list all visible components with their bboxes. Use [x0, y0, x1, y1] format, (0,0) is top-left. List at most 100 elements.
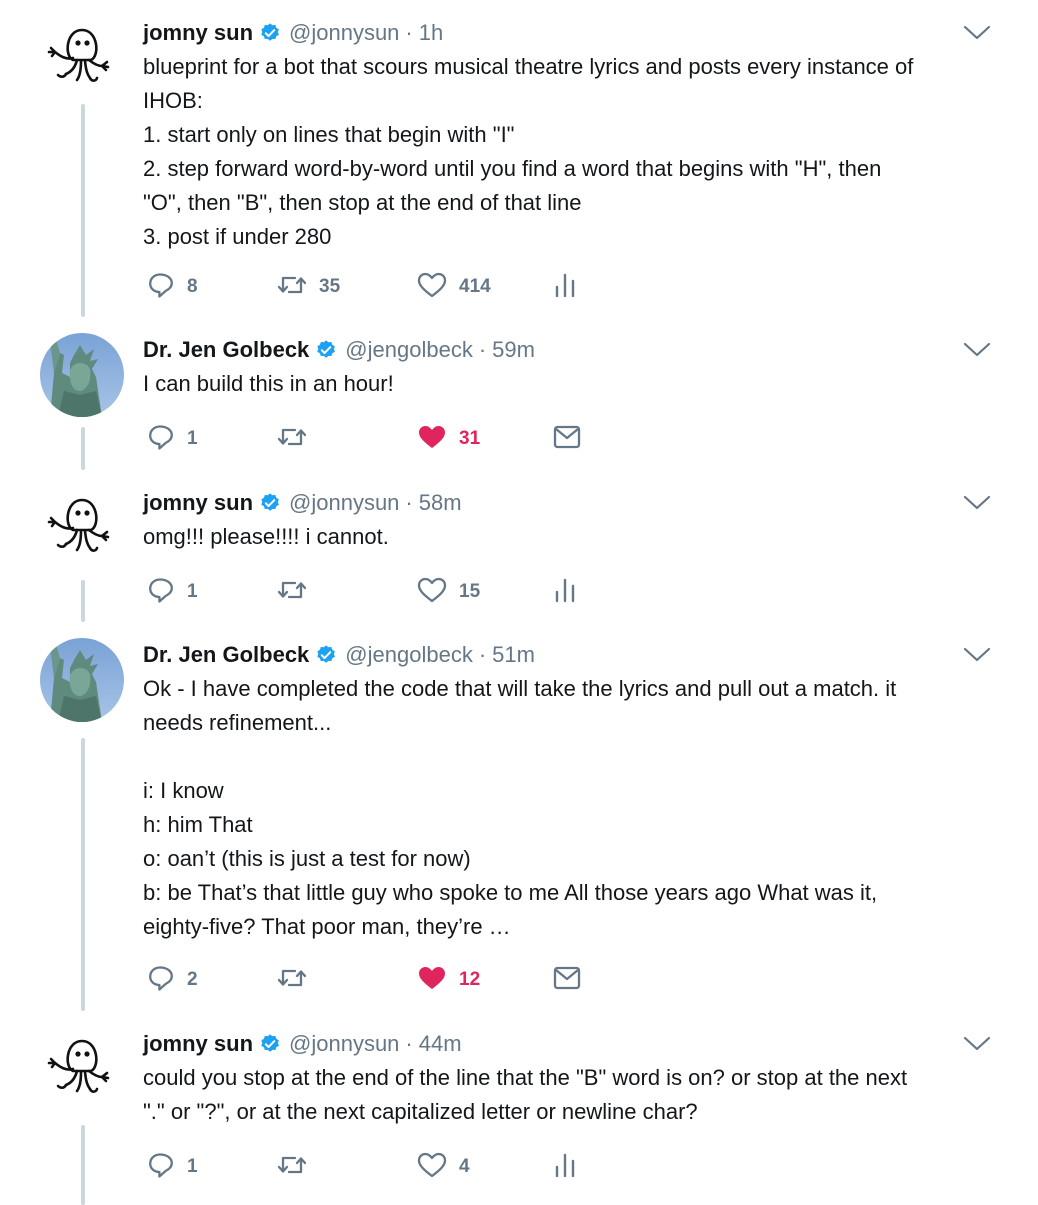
tweet-text-line: o: oan’t (this is just a test for now) — [143, 846, 471, 871]
author-name[interactable]: jomny sun — [143, 490, 253, 516]
tweet-header: jomny sun @jonnysun · 1h — [143, 16, 443, 50]
like-icon — [417, 1151, 447, 1184]
reply-count: 1 — [187, 1156, 198, 1177]
author-handle[interactable]: @jonnysun — [289, 1031, 399, 1057]
reply-button[interactable]: 1 — [147, 1150, 198, 1184]
alien-doodle-avatar[interactable] — [40, 486, 124, 570]
chevron-down-icon[interactable] — [962, 644, 992, 666]
retweet-count: 35 — [319, 276, 341, 297]
tweet-text-line: omg!!! please!!!! i cannot. — [143, 524, 389, 549]
tweet-actions: 8 35 414 — [143, 270, 663, 304]
author-name[interactable]: Dr. Jen Golbeck — [143, 642, 309, 668]
reply-button[interactable]: 1 — [147, 422, 198, 456]
chevron-down-icon[interactable] — [962, 1033, 992, 1055]
reply-count: 1 — [187, 428, 198, 449]
separator-dot: · — [478, 642, 487, 667]
tweet-timestamp[interactable]: 44m — [419, 1031, 462, 1057]
tweet-text: I can build this in an hour! — [143, 367, 1003, 401]
chevron-down-icon[interactable] — [962, 492, 992, 514]
author-name[interactable]: jomny sun — [143, 20, 253, 46]
tweet-timestamp[interactable]: 59m — [492, 337, 535, 363]
retweet-button[interactable] — [277, 1150, 319, 1184]
like-button[interactable]: 4 — [417, 1150, 470, 1184]
analytics-icon — [553, 576, 577, 609]
tweet-actions: 2 12 — [143, 963, 663, 997]
tweet-text-line: eighty-five? That poor man, they’re … — [143, 914, 511, 939]
thread-connector-line — [81, 738, 85, 1011]
tweet-text-line: could you stop at the end of the line th… — [143, 1065, 908, 1090]
direct-message-icon — [553, 424, 581, 455]
like-count: 15 — [459, 581, 481, 602]
author-handle[interactable]: @jonnysun — [289, 20, 399, 46]
direct-message-button[interactable] — [553, 963, 581, 997]
verified-badge-icon — [315, 644, 337, 666]
verified-badge-icon — [259, 492, 281, 514]
tweet-text-line: blueprint for a bot that scours musical … — [143, 54, 914, 79]
tweet-text-line: "." or "?", or at the next capitalized l… — [143, 1099, 698, 1124]
retweet-button[interactable]: 35 — [277, 270, 340, 304]
tweet-header: jomny sun @jonnysun · 58m — [143, 486, 462, 520]
thread-connector-line — [81, 104, 85, 317]
tweet-text: omg!!! please!!!! i cannot. — [143, 520, 1003, 554]
alien-doodle-avatar[interactable] — [40, 16, 124, 100]
like-button[interactable]: 12 — [417, 963, 480, 997]
reply-button[interactable]: 2 — [147, 963, 198, 997]
reply-icon — [147, 423, 175, 456]
author-handle[interactable]: @jengolbeck — [345, 337, 473, 363]
tweet-text: Ok - I have completed the code that will… — [143, 672, 1003, 944]
like-button[interactable]: 414 — [417, 270, 491, 304]
tweet-text-line: Ok - I have completed the code that will… — [143, 676, 897, 701]
author-handle[interactable]: @jonnysun — [289, 490, 399, 516]
author-name[interactable]: jomny sun — [143, 1031, 253, 1057]
tweet-text-line: I can build this in an hour! — [143, 371, 394, 396]
analytics-button[interactable] — [553, 270, 577, 304]
tweet-timestamp[interactable]: 51m — [492, 642, 535, 668]
tweet-text-line: 3. post if under 280 — [143, 224, 332, 249]
tweet-text-line: "O", then "B", then stop at the end of t… — [143, 190, 582, 215]
tweet-header: jomny sun @jonnysun · 44m — [143, 1027, 462, 1061]
direct-message-button[interactable] — [553, 422, 581, 456]
tweet-text-line: i: I know — [143, 778, 224, 803]
like-count: 4 — [459, 1156, 470, 1177]
retweet-button[interactable] — [277, 575, 319, 609]
reply-button[interactable]: 1 — [147, 575, 198, 609]
reply-icon — [147, 576, 175, 609]
statue-of-liberty-avatar[interactable] — [40, 333, 124, 417]
like-icon — [417, 576, 447, 609]
analytics-button[interactable] — [553, 1150, 577, 1184]
reply-count: 2 — [187, 969, 198, 990]
retweet-icon — [277, 576, 307, 609]
author-handle[interactable]: @jengolbeck — [345, 642, 473, 668]
chevron-down-icon[interactable] — [962, 22, 992, 44]
tweet-actions: 1 4 — [143, 1150, 663, 1184]
separator-dot: · — [405, 1031, 413, 1056]
statue-of-liberty-avatar[interactable] — [40, 638, 124, 722]
reply-icon — [147, 964, 175, 997]
tweet-text-line: IHOB: — [143, 88, 203, 113]
analytics-button[interactable] — [553, 575, 577, 609]
separator-dot: · — [405, 490, 413, 515]
tweet-header: Dr. Jen Golbeck @jengolbeck · 51m — [143, 638, 535, 672]
tweet-timestamp[interactable]: 1h — [419, 20, 443, 46]
thread-connector-line — [81, 427, 85, 470]
reply-icon — [147, 1151, 175, 1184]
tweet-text-line: 2. step forward word-by-word until you f… — [143, 156, 882, 181]
tweet-text-line: b: be That’s that little guy who spoke t… — [143, 880, 878, 905]
tweet-timestamp[interactable]: 58m — [419, 490, 462, 516]
verified-badge-icon — [259, 22, 281, 44]
like-button[interactable]: 31 — [417, 422, 480, 456]
retweet-icon — [277, 964, 307, 997]
separator-dot: · — [478, 337, 487, 362]
liked-heart-icon — [417, 423, 447, 456]
alien-doodle-avatar[interactable] — [40, 1027, 124, 1111]
reply-icon — [147, 271, 175, 304]
reply-button[interactable]: 8 — [147, 270, 198, 304]
reply-count: 1 — [187, 581, 198, 602]
retweet-button[interactable] — [277, 422, 319, 456]
chevron-down-icon[interactable] — [962, 339, 992, 361]
like-button[interactable]: 15 — [417, 575, 480, 609]
author-name[interactable]: Dr. Jen Golbeck — [143, 337, 309, 363]
direct-message-icon — [553, 965, 581, 996]
retweet-button[interactable] — [277, 963, 319, 997]
